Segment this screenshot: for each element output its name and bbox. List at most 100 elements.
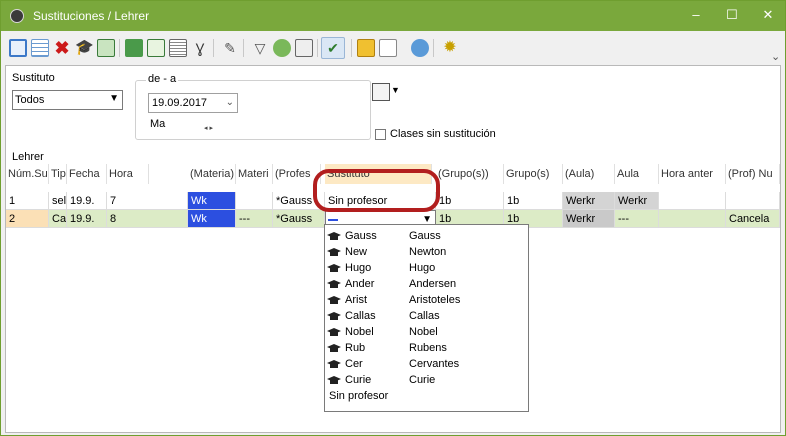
cell-num[interactable]: 1 [6,192,49,210]
dropdown-item[interactable]: Ander Andersen [325,276,525,292]
dropdown-item[interactable]: Hugo Hugo [325,260,525,276]
cell-aula[interactable]: Werkr [615,192,659,210]
teacher-icon[interactable]: 🎓 [75,39,94,57]
chevron-down-icon: ⌄ [225,97,234,108]
col-header[interactable]: Hora [107,164,149,184]
cell-fecha[interactable]: 19.9. [67,192,107,210]
dropdown-item[interactable]: Arist Aristoteles [325,292,525,308]
cell-grupo-orig[interactable]: 1b [436,192,504,210]
refresh-icon[interactable] [411,39,429,57]
cell-hora-anterior[interactable] [659,210,726,228]
dropdown-item-short: Hugo [345,262,372,274]
print-icon[interactable] [147,39,165,57]
teacher-cap-icon [327,375,341,385]
check-icon[interactable]: ✔ [321,37,345,59]
day-stepper[interactable]: ◂ ▸ [204,124,213,132]
dropdown-item-short: Rub [345,342,366,354]
sustituto-select[interactable]: Todos ▼ [12,90,123,110]
clases-checkbox[interactable] [375,129,386,140]
cell-hora-anterior[interactable] [659,192,726,210]
cell-tipo[interactable]: Can [49,210,67,228]
window-title: Sustituciones / Lehrer [33,9,150,23]
dropdown-item[interactable]: Callas Callas [325,308,525,324]
maximize-button[interactable]: ☐ [717,5,747,25]
teacher-cap-icon [327,295,341,305]
cell-tipo[interactable]: selb [49,192,67,210]
new-row-icon[interactable] [9,39,27,57]
dropdown-item[interactable]: Nobel Nobel [325,324,525,340]
cell-prof-nu[interactable] [726,192,780,210]
toolbar-overflow-icon[interactable]: ⌄ [771,50,780,63]
cell-materia[interactable] [236,192,273,210]
col-header[interactable]: (Grupo(s)) [436,164,504,184]
magic-icon[interactable]: ✎ [221,39,239,57]
dropdown-item[interactable]: Gauss Gauss [325,228,525,244]
dropdown-item-full: Newton [409,246,447,258]
stethoscope-icon[interactable]: Ɣ [191,39,209,57]
app-window: Sustituciones / Lehrer – ☐ ✕ ✖ 🎓 Ɣ ✎ ▽ ✔… [0,0,786,436]
dropdown-item-full: Rubens [409,342,447,354]
cell-prof-orig[interactable]: *Gauss [273,210,325,228]
toolbar-separator [351,39,352,57]
teacher-dropdown-list: Gauss Gauss New Newton Hugo Hugo Ander Andersen… [324,224,529,412]
dropdown-item-full: Curie [409,374,436,386]
col-header[interactable]: Materi [236,164,273,184]
list-icon[interactable] [31,39,49,57]
dropdown-item-full: Andersen [409,278,457,290]
col-header[interactable]: (Aula) [563,164,615,184]
range-label: de - a [146,73,179,85]
dropdown-item-full: Aristoteles [409,294,461,306]
cell-prof-nu[interactable]: Cancela [726,210,780,228]
lock-icon[interactable] [357,39,375,57]
col-header[interactable]: Grupo(s) [504,164,563,184]
dropdown-item-short: Curie [345,374,372,386]
cell-materia-orig[interactable]: Wk [188,192,236,210]
date-picker[interactable]: 19.09.2017 ⌄ [148,93,238,113]
settings-icon[interactable]: ✹ [441,39,459,57]
dropdown-item-full: Gauss [409,230,441,242]
sustituto-label: Sustituto [12,72,55,84]
cell-materia-orig[interactable]: Wk [188,210,236,228]
dropdown-item-full: Cervantes [409,358,460,370]
close-button[interactable]: ✕ [753,5,783,25]
cell-materia[interactable]: --- [236,210,273,228]
col-header[interactable]: Fecha [67,164,107,184]
minimize-button[interactable]: – [681,5,711,25]
cell-aula-orig[interactable]: Werkr [563,210,615,228]
text-cursor [328,219,338,221]
cell-hora[interactable]: 8 [107,210,188,228]
dropdown-item[interactable]: Curie Curie [325,372,525,388]
cell-fecha[interactable]: 19.9. [67,210,107,228]
col-header[interactable]: Núm.Su [6,164,49,184]
teacher-cap-icon [327,231,341,241]
dropdown-item[interactable]: Cer Cervantes [325,356,525,372]
cell-aula-orig[interactable]: Werkr [563,192,615,210]
teacher-cap-icon [327,279,341,289]
delete-icon[interactable]: ✖ [53,39,71,57]
teacher-cap-icon [327,327,341,337]
dropdown-item-short: Ander [345,278,375,290]
dropdown-item[interactable]: Rub Rubens [325,340,525,356]
col-header[interactable]: (Materia) [188,164,236,184]
col-header[interactable]: (Prof) Nu [726,164,780,184]
filter-icon[interactable]: ▽ [251,39,269,57]
cell-num[interactable]: 2 [6,210,49,228]
calendar-dropdown[interactable]: ▼ [372,82,400,104]
cell-aula[interactable]: --- [615,210,659,228]
col-header[interactable]: Tipo [49,164,67,184]
copy-icon[interactable] [125,39,143,57]
cell-hora[interactable]: 7 [107,192,188,210]
people-icon[interactable] [273,39,291,57]
dropdown-item-none[interactable]: Sin profesor [325,388,529,404]
dropdown-item[interactable]: New Newton [325,244,525,260]
preview-icon[interactable] [169,39,187,57]
doc-icon[interactable] [379,39,397,57]
teacher-cap-icon [327,263,341,273]
calendar-icon[interactable] [295,39,313,57]
export-icon[interactable] [97,39,115,57]
cell-grupo[interactable]: 1b [504,192,563,210]
col-header[interactable]: Hora anter [659,164,726,184]
dropdown-item-short: New [345,246,368,258]
col-header[interactable]: Aula [615,164,659,184]
dropdown-item-short: Callas [345,310,376,322]
